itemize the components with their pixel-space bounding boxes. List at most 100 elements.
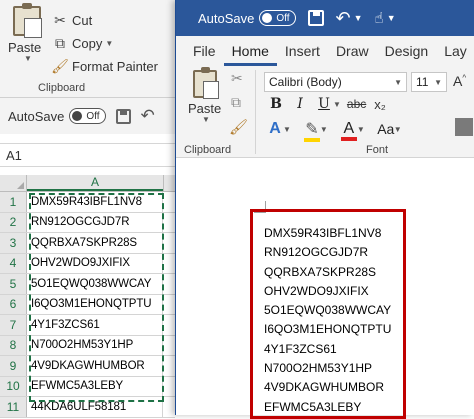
cell-a[interactable]: QQRBXA7SKPR28S xyxy=(27,233,163,253)
cell-b[interactable] xyxy=(163,377,175,397)
grow-font-icon[interactable]: A^ xyxy=(453,73,466,89)
document-text[interactable]: DMX59R43IBFL1NV8 RN912OGCGJD7R QQRBXA7SKPR… xyxy=(264,224,391,417)
cell-b[interactable] xyxy=(163,192,175,212)
cell-b[interactable] xyxy=(163,356,175,376)
font-color-icon[interactable]: A xyxy=(338,120,360,141)
document-line[interactable]: RN912OGCGJD7R xyxy=(264,243,391,262)
save-icon[interactable] xyxy=(307,10,324,26)
word-autosave-label: AutoSave xyxy=(198,10,255,26)
document-area[interactable]: DMX59R43IBFL1NV8 RN912OGCGJD7R QQRBXA7SKPR… xyxy=(176,159,474,419)
word-paste-button[interactable]: Paste ▼ xyxy=(188,67,226,124)
column-header-b[interactable] xyxy=(163,175,175,191)
scissors-icon[interactable]: ✂ xyxy=(231,70,243,87)
tab-insert[interactable]: Insert xyxy=(277,43,328,66)
excel-cut-button[interactable]: ✂ Cut xyxy=(52,12,92,28)
cell-b[interactable] xyxy=(163,295,175,315)
excel-paste-button[interactable]: Paste ▼ xyxy=(8,3,48,63)
font-name-value: Calibri (Body) xyxy=(269,75,342,89)
cell-a[interactable]: I6QO3M1EHONQTPTU xyxy=(27,294,163,314)
cell-a[interactable]: RN912OGCGJD7R xyxy=(27,212,163,232)
select-all-button[interactable] xyxy=(0,175,27,191)
cell-a[interactable]: 44KDA6ULF58181 xyxy=(27,397,163,417)
column-header-a[interactable]: A xyxy=(27,175,163,191)
name-box[interactable]: A1 xyxy=(0,143,175,167)
row-number[interactable]: 5 xyxy=(0,274,27,294)
chevron-down-icon[interactable]: ▼ xyxy=(434,78,442,87)
tab-file[interactable]: File xyxy=(176,43,224,66)
font-name-select[interactable]: Calibri (Body) ▼ xyxy=(264,72,407,92)
italic-button[interactable]: I xyxy=(288,96,312,112)
excel-ribbon: Paste ▼ ✂ Cut ⧉ Copy ▼ 🖌 Format Painter … xyxy=(0,0,175,97)
document-line[interactable]: 4Y1F3ZCS61 xyxy=(264,340,391,359)
excel-format-painter-label: Format Painter xyxy=(72,58,158,74)
highlighter-icon[interactable]: ✎ xyxy=(301,119,323,142)
cell-b[interactable] xyxy=(163,233,175,253)
row-number[interactable]: 6 xyxy=(0,294,27,314)
excel-format-painter-button[interactable]: 🖌 Format Painter xyxy=(51,58,158,74)
row-number[interactable]: 3 xyxy=(0,233,27,253)
cell-a[interactable]: 5O1EQWQ038WWCAY xyxy=(27,274,163,294)
cell-a[interactable]: OHV2WDO9JXIFIX xyxy=(27,253,163,273)
undo-icon[interactable]: ↶ xyxy=(336,8,351,29)
document-line[interactable]: I6QO3M1EHONQTPTU xyxy=(264,320,391,339)
chevron-down-icon[interactable]: ▼ xyxy=(202,116,226,124)
row-number[interactable]: 1 xyxy=(0,192,27,212)
chevron-down-icon[interactable]: ▼ xyxy=(105,39,113,48)
excel-copy-button[interactable]: ⧉ Copy ▼ xyxy=(52,35,113,51)
chevron-down-icon[interactable]: ▼ xyxy=(394,78,402,87)
touch-mode-icon[interactable]: ☝ xyxy=(375,9,384,27)
highlight-color-bar xyxy=(303,138,320,142)
document-line[interactable]: DMX59R43IBFL1NV8 xyxy=(264,224,391,243)
document-line[interactable]: EFWMC5A3LEBY xyxy=(264,398,391,417)
document-line[interactable]: N700O2HM53Y1HP xyxy=(264,359,391,378)
subscript-button[interactable]: x₂ xyxy=(374,97,386,112)
document-line[interactable]: QQRBXA7SKPR28S xyxy=(264,263,391,282)
strikethrough-button[interactable]: abc xyxy=(347,97,366,111)
tab-draw[interactable]: Draw xyxy=(328,43,377,66)
chevron-down-icon[interactable]: ▼ xyxy=(387,13,396,23)
row-number[interactable]: 4 xyxy=(0,253,27,273)
tab-design[interactable]: Design xyxy=(377,43,437,66)
tab-lay[interactable]: Lay xyxy=(436,43,474,66)
cell-b[interactable] xyxy=(163,274,175,294)
cell-a[interactable]: 4V9DKAGWHUMBOR xyxy=(27,356,163,376)
column-header-row: A xyxy=(0,175,175,192)
word-autosave-toggle[interactable]: Off xyxy=(259,10,296,26)
cell-b[interactable] xyxy=(163,213,175,233)
excel-autosave-toggle[interactable]: Off xyxy=(69,108,106,124)
word-font-group-label: Font xyxy=(366,144,389,156)
cell-b[interactable] xyxy=(163,336,175,356)
cell-b[interactable] xyxy=(163,254,175,274)
table-row: 1 DMX59R43IBFL1NV8 xyxy=(0,192,175,213)
row-number[interactable]: 11 xyxy=(0,397,27,417)
document-line[interactable]: OHV2WDO9JXIFIX xyxy=(264,282,391,301)
font-size-value: 11 xyxy=(416,75,429,89)
row-number[interactable]: 2 xyxy=(0,212,27,232)
document-line[interactable]: 5O1EQWQ038WWCAY xyxy=(264,301,391,320)
row-number[interactable]: 10 xyxy=(0,376,27,396)
cell-a[interactable]: N700O2HM53Y1HP xyxy=(27,335,163,355)
word-ribbon: Paste ▼ ✂ ⧉ 🖌 Clipboard Calibri (Body) ▼… xyxy=(176,66,474,158)
cell-a[interactable]: 4Y1F3ZCS61 xyxy=(27,315,163,335)
bold-button[interactable]: B xyxy=(264,96,288,112)
paintbrush-icon[interactable]: 🖌 xyxy=(229,118,248,136)
cell-b[interactable] xyxy=(163,315,175,335)
undo-icon[interactable]: ↶ xyxy=(141,106,155,126)
text-effects-icon[interactable]: A xyxy=(264,120,286,138)
row-number[interactable]: 9 xyxy=(0,356,27,376)
copy-icon[interactable]: ⧉ xyxy=(231,94,241,111)
shading-icon[interactable] xyxy=(455,118,473,136)
chevron-down-icon[interactable]: ▼ xyxy=(333,100,341,109)
chevron-down-icon[interactable]: ▼ xyxy=(24,55,48,63)
change-case-icon[interactable]: Aa xyxy=(375,121,397,137)
chevron-down-icon[interactable]: ▼ xyxy=(354,13,363,23)
row-number[interactable]: 7 xyxy=(0,315,27,335)
cell-a[interactable]: EFWMC5A3LEBY xyxy=(27,376,163,396)
cell-b[interactable] xyxy=(163,397,175,417)
font-size-select[interactable]: 11 ▼ xyxy=(411,72,447,92)
save-icon[interactable] xyxy=(115,108,131,124)
tab-home[interactable]: Home xyxy=(223,43,277,66)
document-line[interactable]: 4V9DKAGWHUMBOR xyxy=(264,378,391,397)
cell-a[interactable]: DMX59R43IBFL1NV8 xyxy=(27,192,163,212)
row-number[interactable]: 8 xyxy=(0,335,27,355)
